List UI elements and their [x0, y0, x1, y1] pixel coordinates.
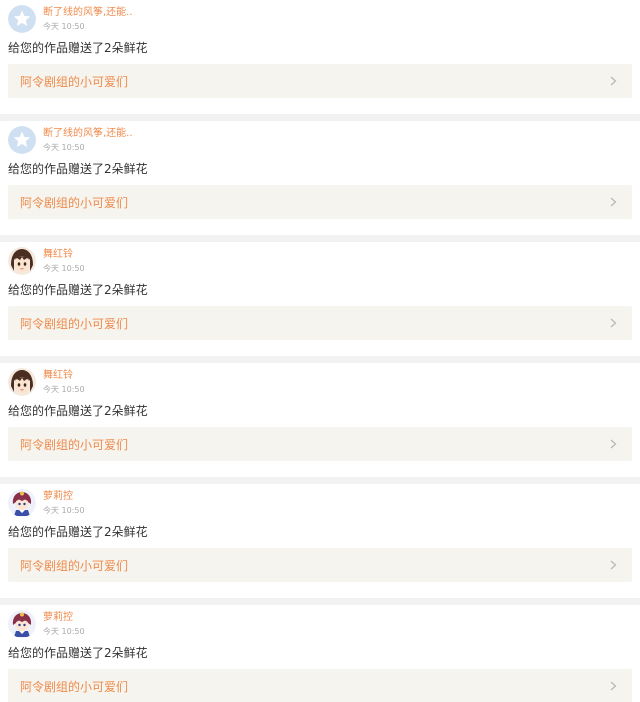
avatar-anime-girl[interactable]: [8, 368, 36, 396]
user-meta: 舞红铃 今天 10:50: [43, 370, 85, 394]
card-header: 断了线的风筝,还能.. 今天 10:50: [8, 5, 133, 33]
card-header: 舞红铃 今天 10:50: [8, 368, 85, 396]
work-title: 阿令剧组的小可爱们: [20, 316, 129, 331]
avatar-anime-girl[interactable]: [8, 247, 36, 275]
card-header: 断了线的风筝,还能.. 今天 10:50: [8, 126, 133, 154]
notification-card: 萝莉控 今天 10:50 给您的作品赠送了2朵鲜花 阿令剧组的小可爱们: [0, 605, 640, 702]
work-link[interactable]: 阿令剧组的小可爱们: [8, 64, 632, 98]
chevron-right-icon: [610, 560, 617, 570]
notification-card: 舞红铃 今天 10:50 给您的作品赠送了2朵鲜花 阿令剧组的小可爱们: [0, 242, 640, 356]
card-header: 萝莉控 今天 10:50: [8, 610, 85, 638]
chevron-right-icon: [610, 681, 617, 691]
work-title: 阿令剧组的小可爱们: [20, 558, 129, 573]
avatar-chibi[interactable]: [8, 489, 36, 517]
username[interactable]: 萝莉控: [43, 612, 85, 623]
timestamp: 今天 10:50: [43, 505, 85, 515]
avatar-star[interactable]: [8, 126, 36, 154]
work-link[interactable]: 阿令剧组的小可爱们: [8, 548, 632, 582]
chevron-right-icon: [610, 318, 617, 328]
user-meta: 断了线的风筝,还能.. 今天 10:50: [43, 7, 133, 31]
user-meta: 断了线的风筝,还能.. 今天 10:50: [43, 128, 133, 152]
avatar-star[interactable]: [8, 5, 36, 33]
username[interactable]: 萝莉控: [43, 491, 85, 502]
chevron-right-icon: [610, 439, 617, 449]
notification-card: 断了线的风筝,还能.. 今天 10:50 给您的作品赠送了2朵鲜花 阿令剧组的小…: [0, 121, 640, 235]
work-title: 阿令剧组的小可爱们: [20, 437, 129, 452]
notification-card: 舞红铃 今天 10:50 给您的作品赠送了2朵鲜花 阿令剧组的小可爱们: [0, 363, 640, 477]
username[interactable]: 舞红铃: [43, 249, 85, 260]
notification-message: 给您的作品赠送了2朵鲜花: [8, 646, 148, 660]
notification-message: 给您的作品赠送了2朵鲜花: [8, 283, 148, 297]
work-title: 阿令剧组的小可爱们: [20, 74, 129, 89]
work-link[interactable]: 阿令剧组的小可爱们: [8, 306, 632, 340]
user-meta: 舞红铃 今天 10:50: [43, 249, 85, 273]
notification-message: 给您的作品赠送了2朵鲜花: [8, 404, 148, 418]
notification-message: 给您的作品赠送了2朵鲜花: [8, 162, 148, 176]
timestamp: 今天 10:50: [43, 384, 85, 394]
work-link[interactable]: 阿令剧组的小可爱们: [8, 185, 632, 219]
notification-card: 萝莉控 今天 10:50 给您的作品赠送了2朵鲜花 阿令剧组的小可爱们: [0, 484, 640, 598]
notification-card: 断了线的风筝,还能.. 今天 10:50 给您的作品赠送了2朵鲜花 阿令剧组的小…: [0, 0, 640, 114]
username[interactable]: 断了线的风筝,还能..: [43, 7, 133, 18]
card-header: 舞红铃 今天 10:50: [8, 247, 85, 275]
work-title: 阿令剧组的小可爱们: [20, 679, 129, 694]
timestamp: 今天 10:50: [43, 142, 85, 152]
username[interactable]: 舞红铃: [43, 370, 85, 381]
notification-message: 给您的作品赠送了2朵鲜花: [8, 525, 148, 539]
card-header: 萝莉控 今天 10:50: [8, 489, 85, 517]
avatar-chibi[interactable]: [8, 610, 36, 638]
work-title: 阿令剧组的小可爱们: [20, 195, 129, 210]
notification-list: 断了线的风筝,还能.. 今天 10:50 给您的作品赠送了2朵鲜花 阿令剧组的小…: [0, 0, 640, 702]
user-meta: 萝莉控 今天 10:50: [43, 491, 85, 515]
notification-message: 给您的作品赠送了2朵鲜花: [8, 41, 148, 55]
work-link[interactable]: 阿令剧组的小可爱们: [8, 427, 632, 461]
work-link[interactable]: 阿令剧组的小可爱们: [8, 669, 632, 702]
timestamp: 今天 10:50: [43, 21, 85, 31]
user-meta: 萝莉控 今天 10:50: [43, 612, 85, 636]
username[interactable]: 断了线的风筝,还能..: [43, 128, 133, 139]
chevron-right-icon: [610, 76, 617, 86]
timestamp: 今天 10:50: [43, 626, 85, 636]
timestamp: 今天 10:50: [43, 263, 85, 273]
chevron-right-icon: [610, 197, 617, 207]
